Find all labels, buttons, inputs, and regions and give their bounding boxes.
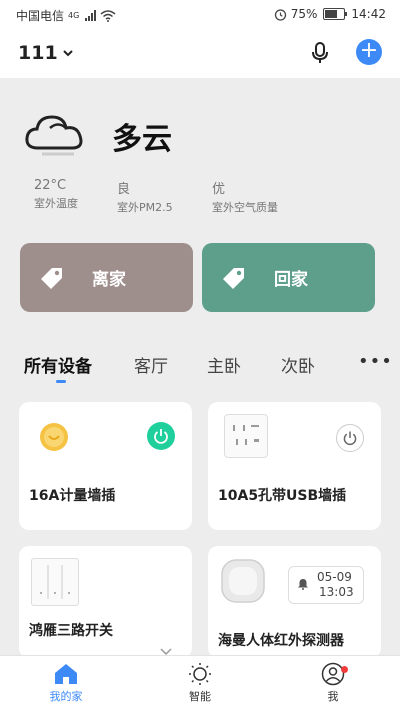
home-name: 111 xyxy=(18,42,58,64)
nav-smart[interactable]: 智能 xyxy=(160,662,240,704)
device-card[interactable]: 16A计量墙插 xyxy=(19,402,192,530)
tag-icon xyxy=(223,267,244,289)
nav-label: 我的家 xyxy=(49,690,83,703)
nav-me[interactable]: 我 xyxy=(293,662,373,704)
device-card[interactable]: 鸿雁三路开关 xyxy=(19,546,192,658)
cloud-icon xyxy=(25,115,83,156)
metric-value: 良 xyxy=(117,182,131,197)
device-card[interactable]: 05-09 13:03 海曼人体红外探测器 xyxy=(208,546,381,658)
clock: 14:42 xyxy=(351,7,386,21)
wifi-icon xyxy=(100,9,116,22)
scene-come-home-button[interactable]: 回家 xyxy=(202,243,375,312)
bottom-nav: 我的家 智能 我 xyxy=(0,655,400,712)
metric-value: 优 xyxy=(212,182,226,197)
notification-dot xyxy=(341,666,348,673)
tab-living-room[interactable]: 客厅 xyxy=(134,352,168,377)
three-gang-switch-icon xyxy=(31,558,79,606)
mic-icon[interactable] xyxy=(307,40,333,66)
tag-icon xyxy=(41,267,62,289)
home-selector[interactable]: 111 xyxy=(18,42,74,64)
sun-icon xyxy=(189,663,211,685)
scene-label: 回家 xyxy=(274,270,308,290)
metric-label: 室外PM2.5 xyxy=(117,201,173,214)
device-name: 海曼人体红外探测器 xyxy=(218,633,344,649)
more-tabs-button[interactable]: ••• xyxy=(358,351,393,372)
weather-description: 多云 xyxy=(112,122,172,157)
device-name: 鸿雁三路开关 xyxy=(29,623,113,639)
device-name: 10A5孔带USB墙插 xyxy=(218,488,347,504)
metric-label: 室外空气质量 xyxy=(212,201,278,214)
weather-panel: 多云 22°C 室外温度 良 室外PM2.5 优 室外空气质量 xyxy=(22,108,382,218)
nav-label: 我 xyxy=(327,690,339,703)
device-name: 16A计量墙插 xyxy=(29,488,116,504)
trigger-time: 13:03 xyxy=(319,585,354,599)
alarm-icon xyxy=(274,8,286,21)
active-tab-indicator xyxy=(56,380,66,383)
chevron-down-icon xyxy=(62,50,73,57)
metric-label: 室外温度 xyxy=(34,197,78,210)
last-triggered-chip: 05-09 13:03 xyxy=(288,566,364,604)
nav-my-home[interactable]: 我的家 xyxy=(26,662,106,704)
carrier-label: 中国电信 xyxy=(16,9,65,23)
weather-metrics: 22°C 室外温度 良 室外PM2.5 优 室外空气质量 xyxy=(34,178,374,215)
signal-icon xyxy=(85,10,97,21)
power-icon xyxy=(154,429,168,444)
add-button[interactable]: + xyxy=(356,39,382,65)
header: 111 + xyxy=(0,30,400,78)
nav-label: 智能 xyxy=(189,690,211,703)
wall-socket-icon xyxy=(224,414,268,458)
device-card[interactable]: 10A5孔带USB墙插 xyxy=(208,402,381,530)
home-icon xyxy=(55,664,77,684)
status-bar: 中国电信 4G 75% 14:42 xyxy=(0,0,400,30)
scene-leave-home-button[interactable]: 离家 xyxy=(20,243,193,312)
tab-master-bedroom[interactable]: 主卧 xyxy=(207,352,241,377)
power-icon xyxy=(343,431,357,446)
power-toggle-button[interactable] xyxy=(147,422,175,450)
metric-air-quality: 优 室外空气质量 xyxy=(212,178,332,215)
room-tabs: 所有设备 客厅 主卧 次卧 ••• xyxy=(0,345,400,385)
battery-percent: 75% xyxy=(290,7,318,21)
network-type: 4G xyxy=(68,11,80,20)
motion-sensor-icon xyxy=(221,559,265,603)
smart-plug-icon xyxy=(40,423,68,451)
tab-second-bedroom[interactable]: 次卧 xyxy=(281,352,315,377)
bell-icon xyxy=(298,579,308,590)
metric-temperature: 22°C 室外温度 xyxy=(34,178,117,215)
metric-value: 22°C xyxy=(34,178,67,193)
battery-icon xyxy=(323,8,348,20)
metric-pm25: 良 室外PM2.5 xyxy=(117,178,212,215)
trigger-date: 05-09 xyxy=(317,570,352,584)
tab-all-devices[interactable]: 所有设备 xyxy=(24,352,92,377)
scene-label: 离家 xyxy=(92,270,126,290)
power-toggle-button[interactable] xyxy=(336,424,364,452)
